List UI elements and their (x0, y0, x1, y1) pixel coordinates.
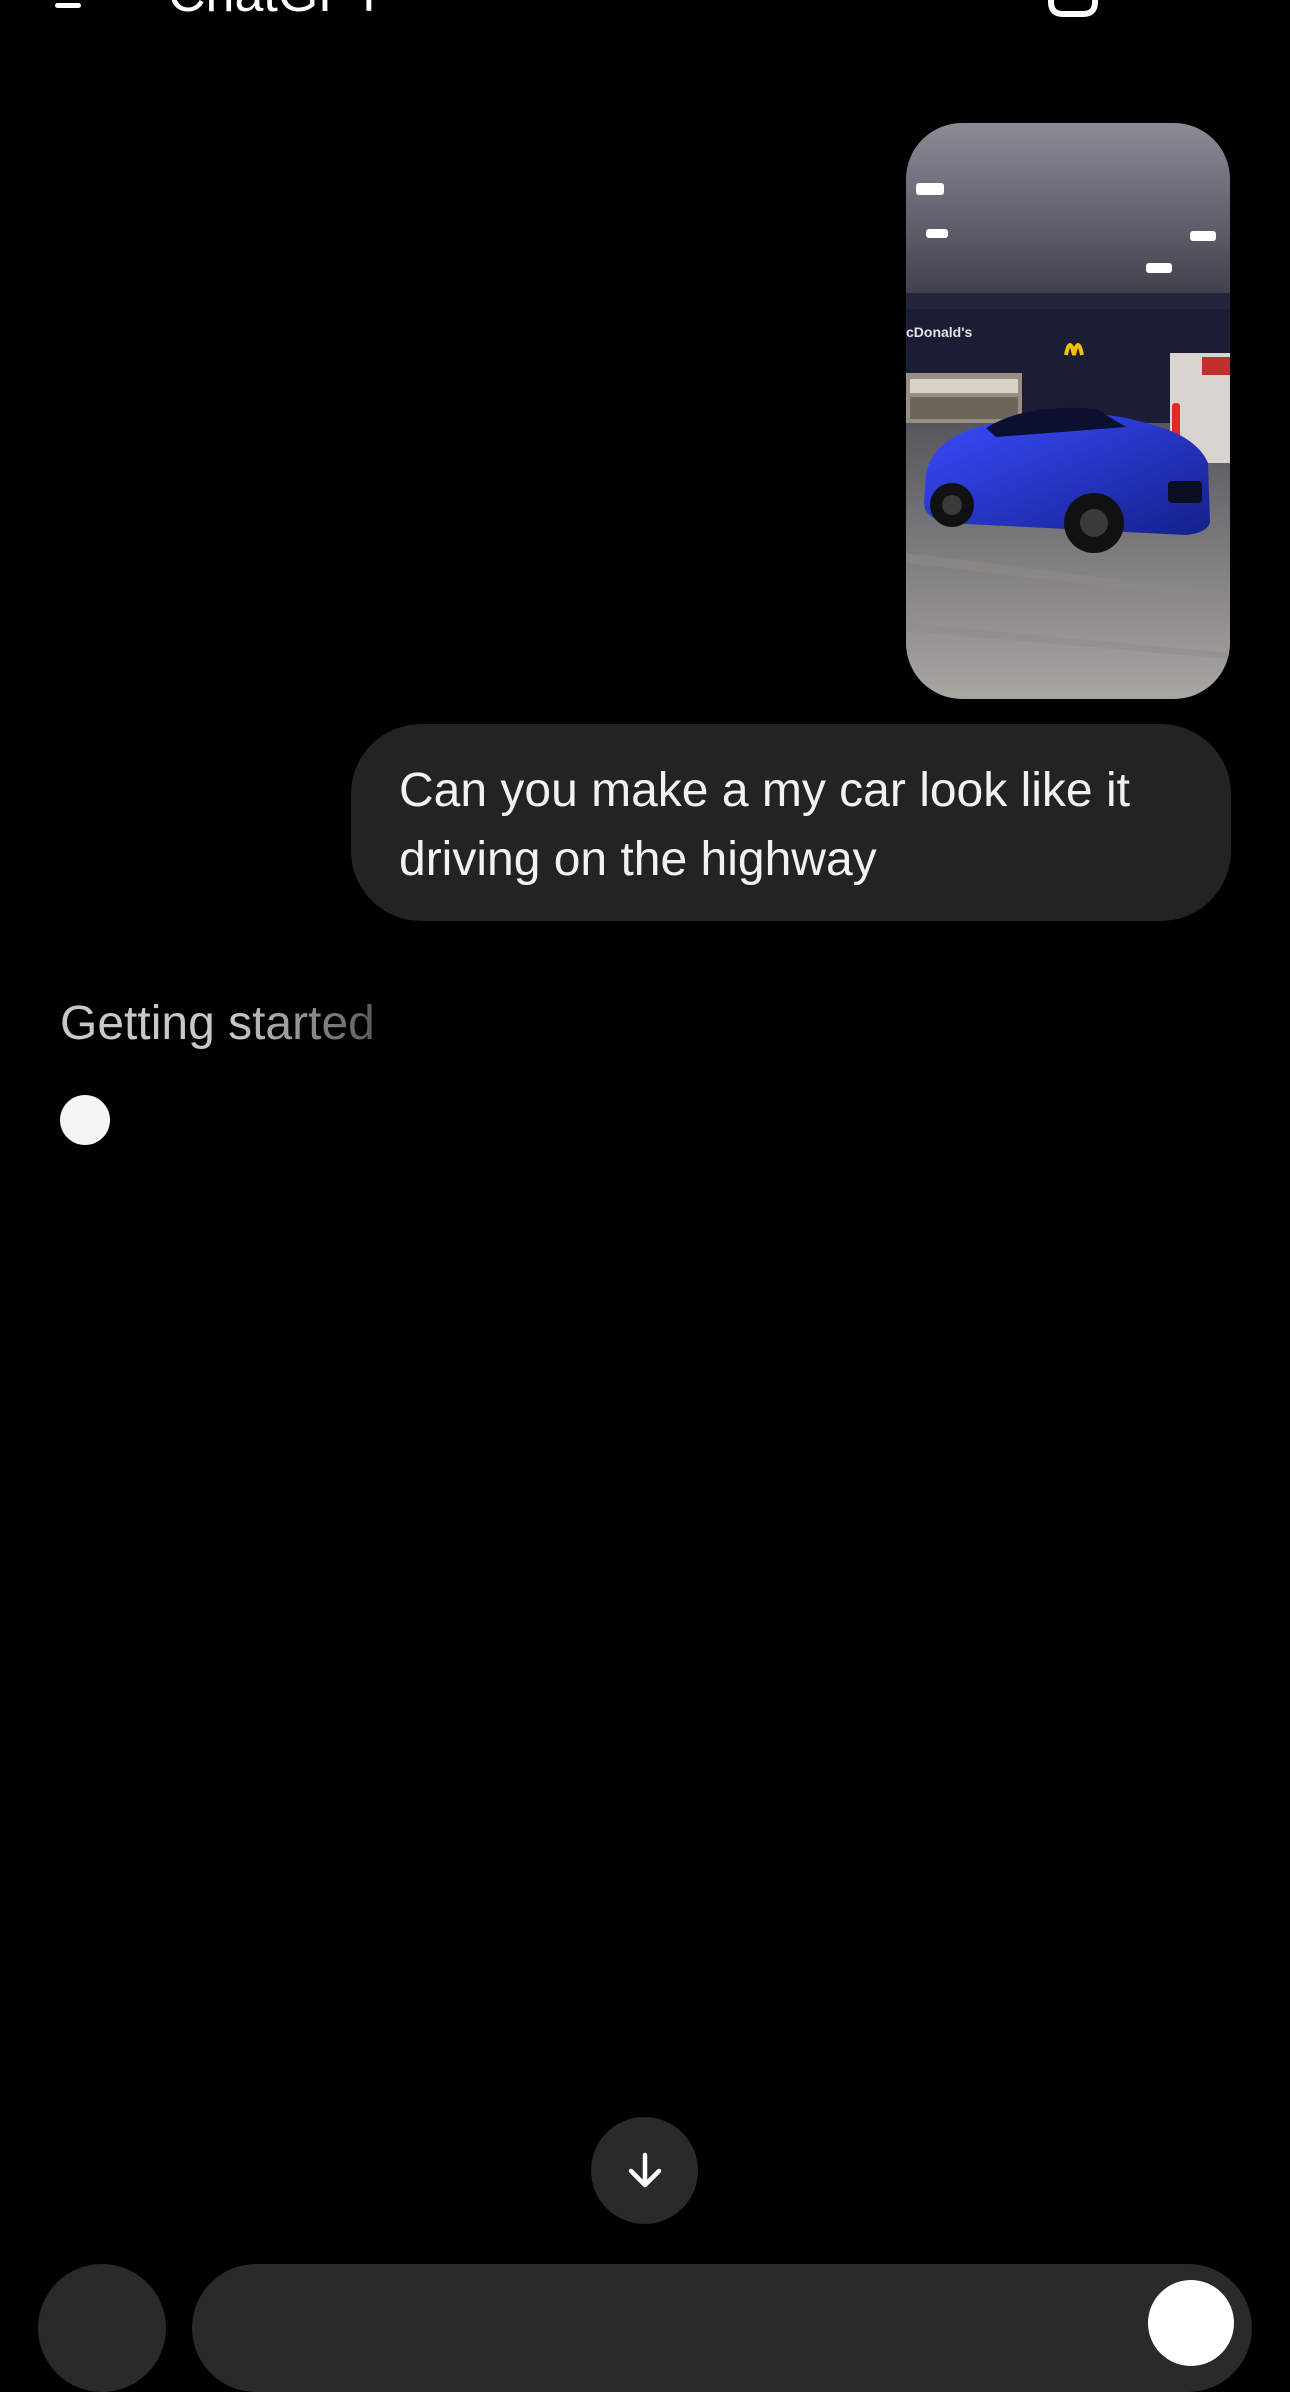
hamburger-menu-icon[interactable] (55, 0, 95, 8)
app-title[interactable]: ChatGPT (168, 0, 385, 24)
store-sign-text: cDonald's (906, 324, 973, 340)
assistant-status-text: Getting started (60, 997, 375, 1050)
arrow-down-icon (628, 2152, 661, 2187)
user-uploaded-image[interactable]: cDonald's (906, 123, 1230, 699)
scroll-to-bottom-button[interactable] (591, 2117, 698, 2224)
voice-icon[interactable] (1148, 2280, 1234, 2366)
plus-icon[interactable] (38, 2264, 166, 2392)
new-chat-icon[interactable] (1045, 0, 1101, 20)
top-bar: ChatGPT (0, 0, 1290, 40)
message-composer[interactable] (192, 2264, 1252, 2392)
user-message-bubble: Can you make a my car look like it drivi… (351, 724, 1231, 921)
thinking-indicator (60, 1095, 110, 1145)
